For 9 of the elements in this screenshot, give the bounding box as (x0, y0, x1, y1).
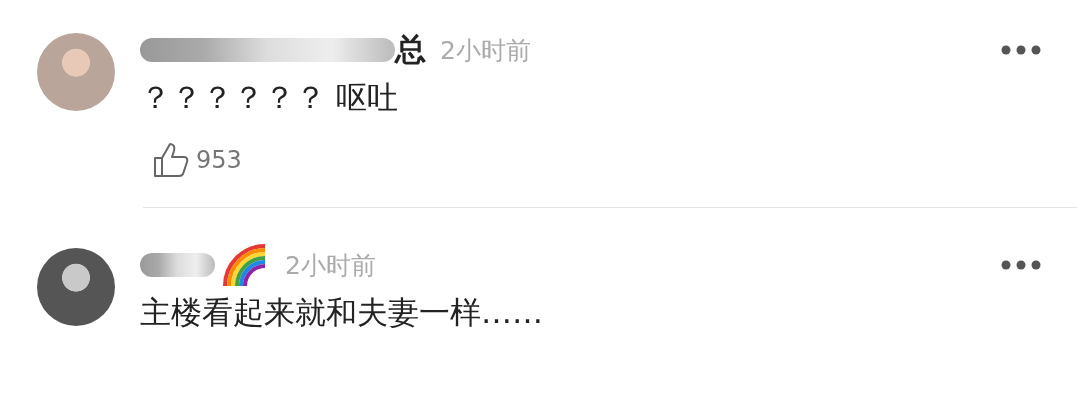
timestamp: 2小时前 (285, 249, 376, 282)
like-count: 953 (196, 146, 242, 174)
more-icon[interactable] (1001, 45, 1041, 55)
comment-text: ？？？？？？ 呕吐 (140, 78, 399, 117)
more-icon[interactable] (1001, 260, 1041, 270)
comment-text: 主楼看起来就和夫妻一样…… (140, 293, 544, 332)
thumbs-up-icon[interactable] (152, 141, 190, 179)
username[interactable]: 总 (395, 29, 426, 71)
timestamp: 2小时前 (440, 34, 531, 67)
